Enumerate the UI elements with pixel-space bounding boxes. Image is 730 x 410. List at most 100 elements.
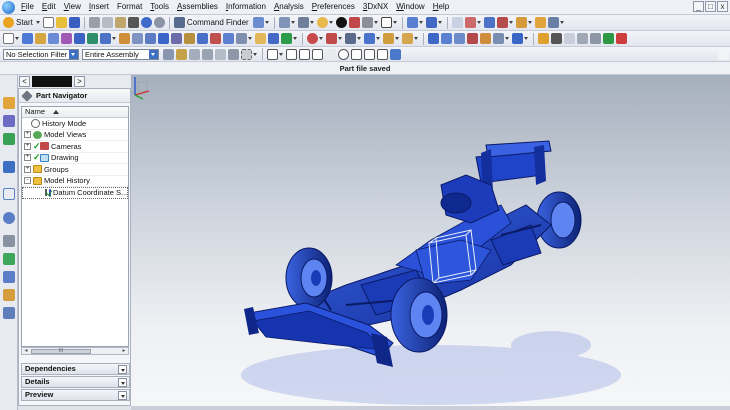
chevron-down-icon[interactable]: [118, 378, 127, 387]
pmi-icon[interactable]: [551, 33, 562, 44]
extrude-icon[interactable]: [22, 33, 33, 44]
snap-point-icon[interactable]: [267, 48, 278, 60]
pattern-icon[interactable]: [171, 33, 182, 44]
boss-icon[interactable]: [61, 33, 72, 44]
studio-icon[interactable]: [335, 17, 347, 28]
menu-file[interactable]: File: [17, 0, 38, 14]
tree-node-drawing[interactable]: + ✓ Drawing: [22, 153, 128, 164]
resize-blend-icon[interactable]: [402, 33, 413, 44]
replace-face-icon[interactable]: [383, 33, 394, 44]
window-icon[interactable]: [252, 17, 264, 28]
show-hide-icon[interactable]: [464, 17, 476, 28]
snap-icon[interactable]: [406, 17, 418, 28]
roles-icon[interactable]: [3, 289, 15, 301]
forward-arrow-button[interactable]: >: [74, 76, 85, 87]
zoom-icon[interactable]: [297, 17, 309, 28]
restore-button[interactable]: □: [705, 1, 716, 12]
expand-icon[interactable]: +: [24, 165, 31, 173]
check-icon[interactable]: ✓: [33, 141, 41, 151]
layer-icon[interactable]: [451, 17, 463, 28]
select-edges-icon[interactable]: [202, 48, 213, 60]
collapse-icon[interactable]: -: [24, 177, 31, 185]
constraint-navigator-icon[interactable]: [3, 133, 15, 145]
cut-icon[interactable]: [88, 17, 100, 28]
menu-help[interactable]: Help: [429, 0, 453, 14]
background-icon[interactable]: [380, 17, 392, 28]
move-icon[interactable]: [483, 17, 495, 28]
draft-icon[interactable]: [158, 33, 169, 44]
menu-assemblies[interactable]: Assemblies: [173, 0, 222, 14]
tree-node-model-history[interactable]: - Model History: [22, 176, 128, 187]
snap-on-curve-icon[interactable]: [364, 48, 375, 60]
snap-bounded-icon[interactable]: [390, 48, 401, 60]
minimize-button[interactable]: _: [693, 1, 704, 12]
render-icon[interactable]: [348, 17, 360, 28]
offset-region-icon[interactable]: [364, 33, 375, 44]
assembly-navigator-icon[interactable]: [3, 115, 15, 127]
menu-insert[interactable]: Insert: [85, 0, 113, 14]
menu-analysis[interactable]: Analysis: [270, 0, 308, 14]
scroll-right-icon[interactable]: ▸: [120, 348, 128, 354]
stop-icon[interactable]: [616, 33, 627, 44]
graphics-window[interactable]: [131, 75, 730, 410]
menu-format[interactable]: Format: [113, 0, 146, 14]
snap-control-icon[interactable]: [312, 48, 323, 60]
chevron-down-icon[interactable]: [149, 49, 158, 59]
check-icon[interactable]: ✓: [33, 153, 41, 162]
through-curves-icon[interactable]: [441, 33, 452, 44]
synchronous-icon[interactable]: [307, 33, 318, 44]
visibility-checkbox[interactable]: [45, 189, 47, 197]
rectangle-select-icon[interactable]: [241, 48, 252, 60]
undo-icon[interactable]: [140, 17, 152, 28]
snap-quadrant-icon[interactable]: [351, 48, 362, 60]
table-icon[interactable]: [577, 33, 588, 44]
pull-face-icon[interactable]: [345, 33, 356, 44]
expand-icon[interactable]: +: [24, 154, 31, 162]
offset-face-icon[interactable]: [223, 33, 234, 44]
edge-blend-icon[interactable]: [119, 33, 130, 44]
note-icon[interactable]: [590, 33, 601, 44]
system-scenes-icon[interactable]: [3, 307, 15, 319]
mirror-icon[interactable]: [184, 33, 195, 44]
select-faces-icon[interactable]: [189, 48, 200, 60]
hole-icon[interactable]: [48, 33, 59, 44]
scroll-thumb[interactable]: III: [31, 349, 91, 354]
general-selection-icon[interactable]: [163, 48, 174, 60]
back-arrow-button[interactable]: <: [19, 76, 30, 87]
tree-node-groups[interactable]: + Groups: [22, 164, 128, 176]
redo-icon[interactable]: [153, 17, 165, 28]
datum-csys-icon[interactable]: [281, 33, 292, 44]
trim-body-icon[interactable]: [197, 33, 208, 44]
menu-tools[interactable]: Tools: [146, 0, 173, 14]
tree-node-datum-csys[interactable]: Datum Coordinate S...: [22, 187, 128, 199]
orient-icon[interactable]: [425, 17, 437, 28]
appearance-icon[interactable]: [361, 17, 373, 28]
datum-plane-icon[interactable]: [255, 33, 266, 44]
part-navigator-icon[interactable]: [3, 97, 15, 109]
datum-axis-icon[interactable]: [268, 33, 279, 44]
details-panel[interactable]: Details: [21, 376, 130, 388]
tree-node-model-views[interactable]: + Model Views: [22, 130, 128, 141]
system-materials-icon[interactable]: [3, 235, 15, 247]
selection-filter-dropdown[interactable]: No Selection Filter: [3, 48, 79, 60]
shell-icon[interactable]: [145, 33, 156, 44]
expand-icon[interactable]: +: [24, 142, 31, 150]
save-icon[interactable]: [68, 17, 80, 28]
menu-3dxnx[interactable]: 3DxNX: [359, 0, 392, 14]
thicken-icon[interactable]: [236, 33, 247, 44]
new-icon[interactable]: [42, 17, 54, 28]
export-icon[interactable]: [603, 33, 614, 44]
manufacturing-wizards-icon[interactable]: [3, 271, 15, 283]
process-studio-icon[interactable]: [3, 253, 15, 265]
open-icon[interactable]: [55, 17, 67, 28]
expand-icon[interactable]: +: [24, 131, 31, 139]
snap-center-icon[interactable]: [338, 48, 349, 60]
move-face-icon[interactable]: [326, 33, 337, 44]
view-layout-icon[interactable]: [564, 33, 575, 44]
menu-view[interactable]: View: [60, 0, 85, 14]
snap-endpoint-icon[interactable]: [286, 48, 297, 60]
revolve-icon[interactable]: [35, 33, 46, 44]
select-bodies-icon[interactable]: [228, 48, 239, 60]
tree-node-history-mode[interactable]: History Mode: [22, 118, 128, 130]
curve-icon[interactable]: [512, 33, 523, 44]
